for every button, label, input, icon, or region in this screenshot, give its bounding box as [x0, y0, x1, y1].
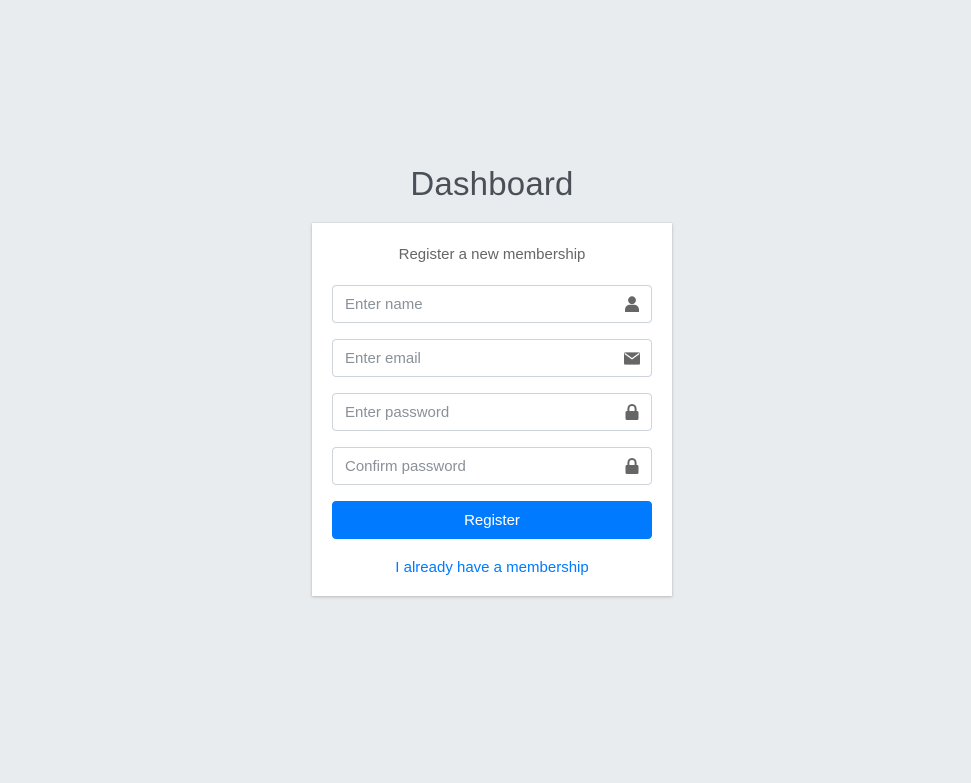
lock-icon — [624, 404, 640, 420]
register-form: Register — [332, 285, 652, 539]
register-card: Register a new membership Enter name Ent… — [312, 223, 672, 596]
email-input-group — [332, 339, 652, 377]
register-button[interactable]: Register — [332, 501, 652, 539]
confirm-password-input-group — [332, 447, 652, 485]
name-input[interactable] — [332, 285, 652, 323]
lock-icon — [624, 458, 640, 474]
password-input-group — [332, 393, 652, 431]
name-input-group — [332, 285, 652, 323]
email-input[interactable] — [332, 339, 652, 377]
register-box: Dashboard Register a new membership Ente… — [312, 160, 672, 596]
user-icon — [624, 296, 640, 312]
app-logo-title: Dashboard — [410, 165, 574, 202]
password-input[interactable] — [332, 393, 652, 431]
confirm-password-input[interactable] — [332, 447, 652, 485]
envelope-icon — [624, 350, 640, 366]
login-link[interactable]: I already have a membership — [332, 558, 652, 578]
register-message: Register a new membership — [398, 246, 586, 263]
